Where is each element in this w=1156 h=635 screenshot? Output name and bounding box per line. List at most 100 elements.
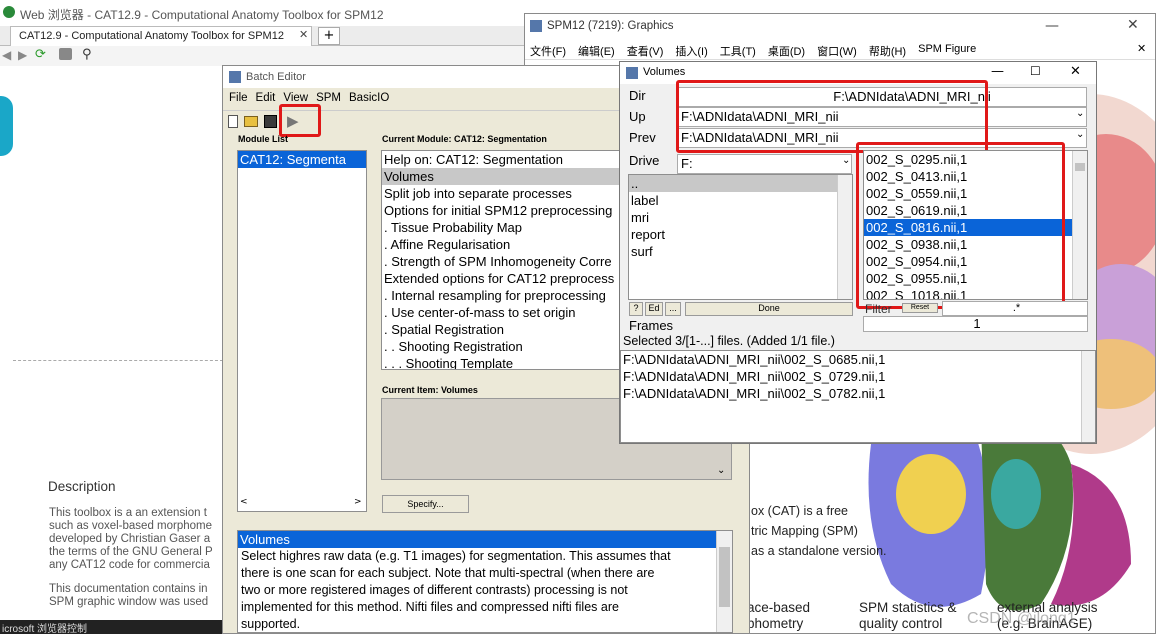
watermark: CSDN @jlong1 [967,610,1076,627]
menu-file[interactable]: File [225,92,252,104]
module-option[interactable]: Volumes [382,168,632,185]
menu-edit[interactable]: Edit [252,92,280,104]
frames-field[interactable]: 1 [863,316,1088,332]
scrollbar-thumb[interactable] [1075,163,1085,171]
intro-line: tric Mapping (SPM) [751,524,858,538]
menu-view[interactable]: View [279,92,312,104]
matlab-icon [229,71,241,83]
chevron-down-icon[interactable]: ⌄ [717,465,725,476]
selected-file[interactable]: F:\ADNIdata\ADNI_MRI_nii\002_S_0729.nii,… [621,368,1095,385]
help-panel: Volumes Select highres raw data (e.g. T1… [237,530,733,633]
maximize-icon[interactable]: ☐ [1030,64,1041,78]
menu-file[interactable]: 文件(F) [530,43,566,59]
folder-scrollbar[interactable] [837,175,852,299]
close-icon[interactable]: ✕ [1127,17,1139,33]
prev-label: Prev [629,130,656,145]
new-tab-button[interactable]: + [318,27,340,45]
specify-button[interactable]: Specify... [382,495,469,513]
folder-item[interactable]: mri [629,209,852,226]
file-scrollbar[interactable] [1072,151,1087,299]
menu-insert[interactable]: 插入(I) [675,43,707,59]
menu-help[interactable]: 帮助(H) [869,43,906,59]
edit-button[interactable]: Ed [645,302,663,316]
module-option[interactable]: . Internal resampling for preprocessing [382,287,632,304]
description-line: This toolbox is a an extension t [49,507,207,519]
module-option[interactable]: . Strength of SPM Inhomogeneity Corre [382,253,632,270]
description-line: developed by Christian Gaser a [49,533,211,545]
selected-file[interactable]: F:\ADNIdata\ADNI_MRI_nii\002_S_0782.nii,… [621,385,1095,402]
minimize-icon[interactable]: — [1045,18,1059,34]
menu-edit[interactable]: 编辑(E) [578,43,615,59]
filter-field[interactable]: .* [942,301,1088,316]
module-option[interactable]: Options for initial SPM12 preprocessing [382,202,632,219]
menu-spm-figure[interactable]: SPM Figure [918,43,976,59]
menu-window[interactable]: 窗口(W) [817,43,857,59]
module-option[interactable]: . Tissue Probability Map [382,219,632,236]
folder-item[interactable]: surf [629,243,852,260]
help-line: supported. [241,617,301,631]
label-line: phometry [747,616,804,631]
folder-list[interactable]: .. label mri report surf [628,174,853,300]
graphics-menubar: 文件(F) 编辑(E) 查看(V) 插入(I) 工具(T) 桌面(D) 窗口(W… [525,40,1155,60]
menu-spm[interactable]: SPM [312,92,345,104]
find-icon[interactable]: ⚲ [82,47,92,62]
scroll-left-icon[interactable]: < [240,497,248,507]
refresh-icon[interactable]: ⟳ [35,47,46,62]
minimize-icon[interactable]: — [991,64,1004,79]
new-file-icon[interactable] [228,115,238,128]
selected-scrollbar[interactable] [1081,351,1095,442]
module-item[interactable]: CAT12: Segmenta [238,151,366,168]
menu-desktop[interactable]: 桌面(D) [768,43,805,59]
close-icon[interactable]: ✕ [1070,64,1081,79]
current-module-list[interactable]: Help on: CAT12: Segmentation Volumes Spl… [381,150,633,370]
browser-tab[interactable]: CAT12.9 - Computational Anatomy Toolbox … [10,26,312,46]
browser-title: Web 浏览器 - CAT12.9 - Computational Anatom… [20,8,384,22]
folder-item[interactable]: label [629,192,852,209]
module-option[interactable]: . . Shooting Registration [382,338,632,355]
chevron-down-icon[interactable]: ⌄ [842,155,850,166]
help-button[interactable]: ? [629,302,643,316]
close-tab-icon[interactable]: ✕ [299,28,308,41]
menu-tools[interactable]: 工具(T) [720,43,756,59]
save-icon[interactable] [264,115,277,128]
description-line: SPM graphic window was used [49,596,209,608]
scrollbar-thumb[interactable] [719,547,730,607]
selected-file[interactable]: F:\ADNIdata\ADNI_MRI_nii\002_S_0685.nii,… [621,351,1095,368]
module-option[interactable]: . . . Shooting Template [382,355,632,369]
label-line: ace-based [747,600,811,615]
menu-basicio[interactable]: BasicIO [345,92,393,104]
scroll-right-icon[interactable]: > [354,497,362,507]
drive-dropdown[interactable]: F: [677,154,852,174]
chevron-down-icon[interactable]: ⌄ [1076,129,1084,140]
open-folder-icon[interactable] [244,116,258,127]
print-icon[interactable] [59,48,72,60]
intro-line: as a standalone version. [751,544,887,558]
module-list-label: Module List [238,134,288,144]
done-button[interactable]: Done [685,302,853,316]
chevron-down-icon[interactable]: ⌄ [1076,108,1084,119]
module-option[interactable]: Help on: CAT12: Segmentation [382,151,632,168]
dock-close-icon[interactable]: ✕ [1137,42,1146,55]
folder-item[interactable]: report [629,226,852,243]
reset-button[interactable]: Reset [902,303,938,313]
graphics-title: SPM12 (7219): Graphics [547,20,674,32]
more-button[interactable]: ... [665,302,681,316]
module-option[interactable]: . Use center-of-mass to set origin [382,304,632,321]
help-text: Select highres raw data (e.g. T1 images)… [238,548,732,633]
help-scrollbar[interactable] [716,531,732,632]
folder-item[interactable]: .. [629,175,837,192]
description-line: This documentation contains in [49,583,208,595]
label-line: quality control [859,616,943,631]
description-line: the terms of the GNU General P [49,546,213,558]
forward-icon[interactable]: ▶ [18,48,27,62]
menu-view[interactable]: 查看(V) [627,43,664,59]
module-option[interactable]: Split job into separate processes [382,185,632,202]
back-icon[interactable]: ◀ [2,48,11,62]
description-paragraph-2: This documentation contains in SPM graph… [49,583,224,609]
selected-files-list[interactable]: F:\ADNIdata\ADNI_MRI_nii\002_S_0685.nii,… [620,350,1096,443]
module-option[interactable]: . Affine Regularisation [382,236,632,253]
module-list[interactable]: CAT12: Segmenta < > [237,150,367,512]
module-option[interactable]: . Spatial Registration [382,321,632,338]
module-option[interactable]: Extended options for CAT12 preprocess [382,270,632,287]
help-line: there is one scan for each subject. Note… [241,566,655,580]
